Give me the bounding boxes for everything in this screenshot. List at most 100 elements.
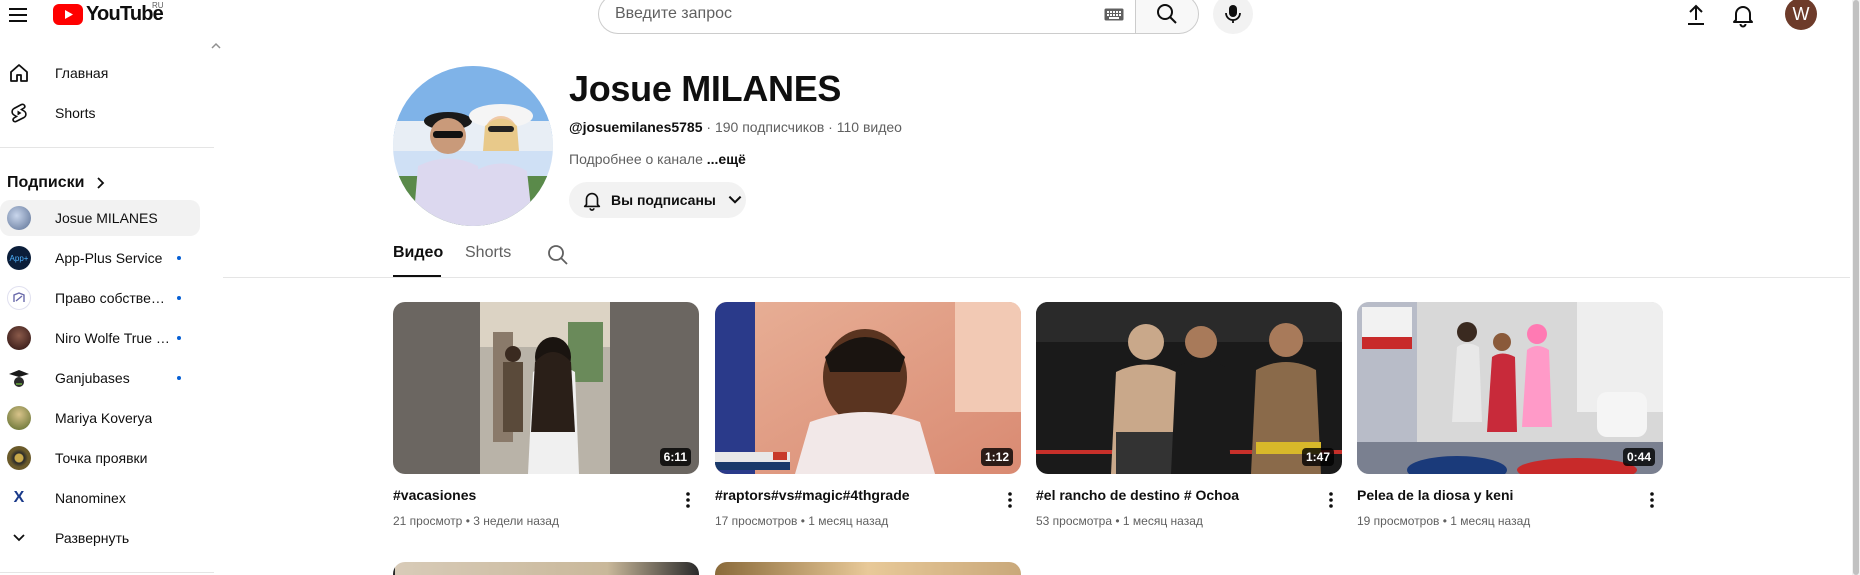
channel-search-icon[interactable] — [546, 243, 570, 267]
sidebar-expand-button[interactable]: Развернуть — [0, 520, 200, 556]
video-age: 1 месяц назад — [1450, 514, 1531, 528]
sidebar-divider — [0, 147, 214, 148]
video-title[interactable]: Pelea de la diosa y keni — [1357, 487, 1627, 503]
subscriber-count: 190 подписчиков — [714, 119, 825, 135]
video-title[interactable]: #vacasiones — [393, 487, 663, 503]
new-content-dot — [177, 256, 181, 260]
channel-avatar-mariya-koverya — [7, 406, 31, 430]
sidebar-item-pravo-sobstvennosti[interactable]: Право собственн… — [0, 280, 200, 316]
subscribed-button[interactable]: Вы подписаны — [569, 182, 746, 218]
sidebar-item-ganjubases[interactable]: Ganjubases — [0, 360, 200, 396]
channel-avatar-nanominex: X — [7, 486, 31, 510]
upload-icon[interactable] — [1683, 2, 1709, 28]
meta-separator: • — [1439, 514, 1451, 528]
video-meta: 19 просмотров • 1 месяц назад — [1357, 514, 1530, 528]
video-card: 6:11 #vacasiones 21 просмотр • 3 недели … — [393, 302, 699, 528]
home-icon — [7, 61, 31, 85]
youtube-play-icon — [53, 3, 83, 25]
sidebar-scroll-up-icon[interactable] — [211, 42, 221, 50]
sidebar-item-josue-milanes[interactable]: Josue MILANES — [0, 200, 200, 236]
new-content-dot — [177, 336, 181, 340]
video-age: 1 месяц назад — [1122, 514, 1203, 528]
page-scrollbar[interactable] — [1852, 0, 1860, 575]
sidebar: Главная Shorts Подписки Josue MILANES Ap… — [0, 36, 222, 575]
sidebar-item-home[interactable]: Главная — [0, 55, 200, 91]
shorts-icon — [7, 101, 31, 125]
description-text: Подробнее о канале — [569, 151, 703, 167]
subscriptions-heading-label: Подписки — [7, 174, 85, 191]
description-more-link[interactable]: ...ещё — [707, 151, 746, 167]
sidebar-item-label: Развернуть — [55, 530, 130, 546]
sidebar-divider — [0, 572, 214, 573]
channel-description[interactable]: Подробнее о канале ...ещё — [569, 151, 746, 167]
video-thumbnail[interactable]: 0:44 — [1357, 302, 1663, 474]
channel-meta: @josuemilanes5785 · 190 подписчиков · 11… — [569, 119, 902, 135]
sidebar-item-label: Niro Wolfe True … — [55, 330, 170, 346]
video-thumbnail-partial[interactable] — [715, 562, 1021, 575]
channel-name: Josue MILANES — [569, 68, 842, 109]
channel-handle: @josuemilanes5785 — [569, 119, 703, 135]
channel-avatar[interactable] — [393, 66, 553, 226]
video-thumbnail[interactable]: 1:47 — [1036, 302, 1342, 474]
video-more-icon[interactable] — [1640, 488, 1664, 512]
video-duration: 0:44 — [1622, 448, 1655, 466]
video-card: 1:12 #raptors#vs#magic#4thgrade 17 просм… — [715, 302, 1021, 528]
meta-separator: • — [462, 514, 474, 528]
top-bar: YouTube RU W — [0, 0, 1860, 34]
video-meta: 53 просмотра • 1 месяц назад — [1036, 514, 1203, 528]
channel-avatar-ganjubases — [7, 366, 31, 390]
sidebar-item-label: Ganjubases — [55, 370, 130, 386]
video-meta: 21 просмотр • 3 недели назад — [393, 514, 559, 528]
sidebar-item-shorts[interactable]: Shorts — [0, 95, 200, 131]
keyboard-icon[interactable] — [1104, 8, 1124, 21]
search-button[interactable] — [1135, 0, 1199, 34]
meta-separator: · — [824, 119, 837, 135]
tabs-divider — [223, 277, 1850, 278]
sidebar-item-label: Главная — [55, 65, 109, 81]
video-thumbnail[interactable]: 1:12 — [715, 302, 1021, 474]
notifications-icon[interactable] — [1730, 2, 1756, 28]
sidebar-item-mariya-koverya[interactable]: Mariya Koverya — [0, 400, 200, 436]
microphone-icon — [1225, 5, 1241, 23]
video-thumbnail[interactable]: 6:11 — [393, 302, 699, 474]
account-avatar[interactable]: W — [1785, 0, 1817, 30]
video-duration: 1:47 — [1301, 448, 1334, 466]
search-input[interactable] — [615, 5, 1085, 23]
video-title[interactable]: #el rancho de destino # Ochoa — [1036, 487, 1306, 503]
video-views: 19 просмотров — [1357, 514, 1440, 528]
logo-region: RU — [152, 1, 164, 10]
video-age: 3 недели назад — [473, 514, 559, 528]
page-scrollbar-thumb[interactable] — [1853, 0, 1859, 575]
video-meta: 17 просмотров • 1 месяц назад — [715, 514, 888, 528]
video-count: 110 видео — [836, 119, 902, 135]
video-duration: 6:11 — [659, 448, 691, 466]
meta-separator: · — [702, 119, 715, 135]
sidebar-item-label: Shorts — [55, 105, 96, 121]
menu-icon[interactable] — [6, 3, 30, 27]
chevron-down-icon — [7, 526, 31, 550]
youtube-logo[interactable]: YouTube — [53, 2, 164, 26]
video-card: 1:47 #el rancho de destino # Ochoa 53 пр… — [1036, 302, 1342, 528]
chevron-right-icon — [97, 177, 105, 189]
video-duration: 1:12 — [980, 448, 1013, 466]
meta-separator: • — [797, 514, 809, 528]
channel-avatar-pravo — [7, 286, 31, 310]
video-more-icon[interactable] — [676, 488, 700, 512]
meta-separator: • — [1112, 514, 1123, 528]
video-thumbnail-partial[interactable] — [393, 562, 699, 575]
video-views: 53 просмотра — [1036, 514, 1113, 528]
sidebar-item-app-plus-service[interactable]: App+ App-Plus Service — [0, 240, 200, 276]
sidebar-item-label: Josue MILANES — [55, 210, 158, 226]
sidebar-item-tochka-proyavki[interactable]: Точка проявки — [0, 440, 200, 476]
subscriptions-heading[interactable]: Подписки — [7, 168, 108, 198]
sidebar-item-nanominex[interactable]: X Nanominex — [0, 480, 200, 516]
subscribed-label: Вы подписаны — [611, 192, 716, 208]
video-more-icon[interactable] — [998, 488, 1022, 512]
voice-search-button[interactable] — [1213, 0, 1253, 34]
video-more-icon[interactable] — [1319, 488, 1343, 512]
sidebar-item-niro-wolfe[interactable]: Niro Wolfe True … — [0, 320, 200, 356]
chevron-down-icon — [728, 195, 742, 204]
video-views: 21 просмотр — [393, 514, 463, 528]
video-views: 17 просмотров — [715, 514, 798, 528]
video-title[interactable]: #raptors#vs#magic#4thgrade — [715, 487, 985, 503]
